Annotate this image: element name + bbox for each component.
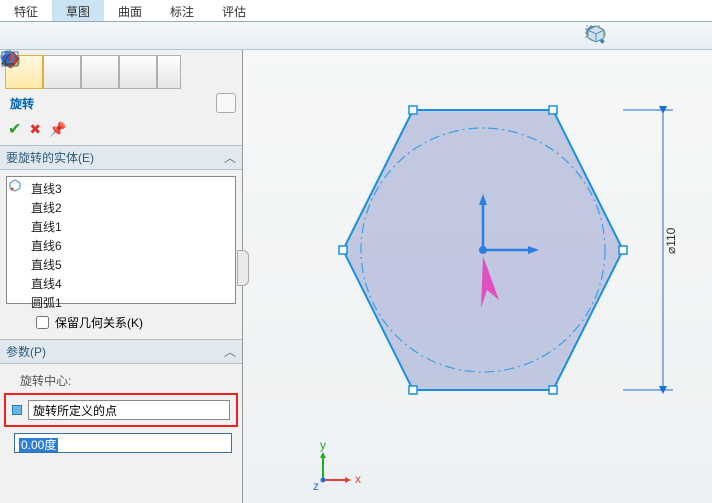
- help-button[interactable]: ?: [216, 93, 236, 113]
- entities-header[interactable]: 要旋转的实体(E) ︿: [0, 145, 242, 170]
- collapse-icon[interactable]: ︿: [224, 343, 236, 360]
- highlight-box: [4, 393, 238, 427]
- ok-button[interactable]: ✔: [8, 119, 21, 139]
- feature-title: 旋转: [10, 95, 34, 112]
- property-panel: 旋转 ? ✔ ✖ 📌 要旋转的实体(E) ︿ 直线3 直线2 直线1 直线6 直…: [0, 50, 243, 503]
- list-item[interactable]: 直线5: [9, 255, 233, 274]
- cancel-button[interactable]: ✖: [29, 121, 41, 138]
- entities-list[interactable]: 直线3 直线2 直线1 直线6 直线5 直线4 圆弧1: [6, 176, 236, 304]
- params-header[interactable]: 参数(P) ︿: [0, 339, 242, 364]
- entities-header-label: 要旋转的实体(E): [6, 149, 94, 166]
- center-label: 旋转中心:: [8, 370, 234, 391]
- center-input[interactable]: [28, 400, 230, 420]
- tab-surface[interactable]: 曲面: [104, 0, 156, 21]
- vertex-handle[interactable]: [339, 246, 347, 254]
- section-icon[interactable]: [680, 24, 704, 46]
- vertex-handle[interactable]: [619, 246, 627, 254]
- vertex-handle[interactable]: [409, 386, 417, 394]
- tab-sketch[interactable]: 草图: [52, 0, 104, 21]
- tab-annotation[interactable]: 标注: [156, 0, 208, 21]
- svg-text:x: x: [355, 472, 361, 486]
- panel-tab-target[interactable]: [119, 55, 157, 89]
- sketch-canvas: ⌀110 x y z: [243, 50, 712, 500]
- toolbar: [0, 22, 712, 50]
- point-marker-icon: [12, 405, 22, 415]
- tab-evaluate[interactable]: 评估: [208, 0, 260, 21]
- collapse-icon[interactable]: ︿: [224, 149, 236, 166]
- list-item[interactable]: 直线1: [9, 217, 233, 236]
- ribbon-tabs: 特征 草图 曲面 标注 评估: [0, 0, 712, 22]
- appearance-icon[interactable]: [648, 24, 672, 46]
- angle-value: 0.00度: [19, 438, 58, 452]
- panel-tab-half[interactable]: [157, 55, 181, 89]
- list-item[interactable]: 直线2: [9, 198, 233, 217]
- keep-relations-label: 保留几何关系(K): [55, 314, 143, 331]
- tab-feature[interactable]: 特征: [0, 0, 52, 21]
- axis-gizmo: x y z: [313, 438, 361, 493]
- pin-button[interactable]: 📌: [49, 121, 66, 138]
- angle-input[interactable]: 0.00度: [14, 433, 232, 453]
- svg-text:z: z: [313, 479, 319, 493]
- svg-text:y: y: [320, 438, 326, 452]
- keep-relations-checkbox[interactable]: [36, 316, 49, 329]
- panel-tab-props[interactable]: [43, 55, 81, 89]
- list-item[interactable]: 直线3: [9, 179, 233, 198]
- list-item[interactable]: 直线6: [9, 236, 233, 255]
- dimension-label: ⌀110: [664, 227, 678, 254]
- graphics-viewport[interactable]: ⌀110 x y z: [243, 50, 712, 503]
- panel-tab-tree[interactable]: [81, 55, 119, 89]
- vertex-handle[interactable]: [409, 106, 417, 114]
- vertex-handle[interactable]: [549, 106, 557, 114]
- params-header-label: 参数(P): [6, 343, 46, 360]
- list-item[interactable]: 直线4: [9, 274, 233, 293]
- zoom-area-icon[interactable]: [616, 24, 640, 46]
- vertex-handle[interactable]: [549, 386, 557, 394]
